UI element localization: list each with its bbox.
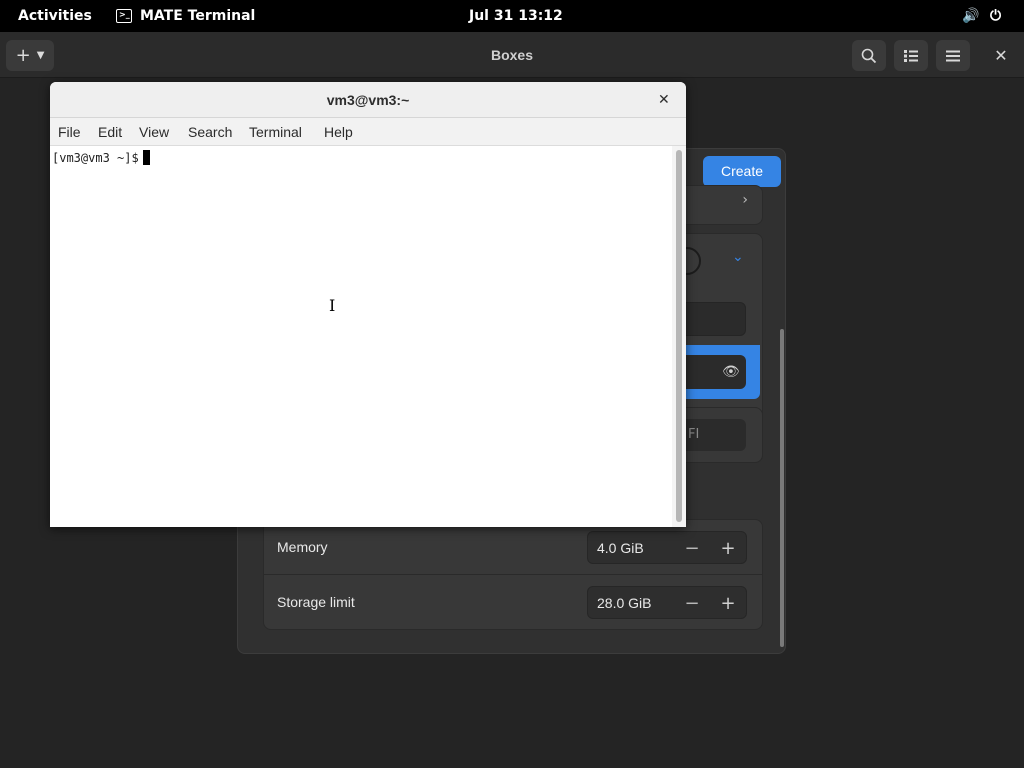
- firmware-value: FI: [688, 427, 700, 442]
- power-icon[interactable]: ⏻: [990, 0, 1001, 32]
- eye-icon[interactable]: 👁: [722, 364, 740, 380]
- dialog-scrollbar[interactable]: [780, 329, 784, 647]
- menu-search[interactable]: Search: [188, 118, 232, 146]
- close-icon[interactable]: ✕: [658, 82, 670, 118]
- terminal-icon: >_: [116, 9, 132, 23]
- menu-terminal[interactable]: Terminal: [249, 118, 302, 146]
- list-view-icon: [904, 49, 918, 62]
- terminal-scrollbar-thumb[interactable]: [676, 150, 682, 522]
- storage-row: Storage limit 28.0 GiB − +: [264, 575, 762, 630]
- increase-memory-button[interactable]: +: [716, 532, 740, 565]
- terminal-content[interactable]: [vm3@vm3 ~]$: [50, 146, 672, 527]
- terminal-title: vm3@vm3:~: [326, 92, 410, 108]
- volume-icon[interactable]: 🔊: [962, 0, 979, 32]
- text-field[interactable]: [678, 302, 746, 336]
- terminal-titlebar[interactable]: vm3@vm3:~ ✕: [50, 82, 686, 118]
- top-bar: Activities >_ MATE Terminal Jul 31 13:12…: [0, 0, 1024, 32]
- search-button[interactable]: [852, 40, 886, 71]
- menu-edit[interactable]: Edit: [98, 118, 122, 146]
- storage-label: Storage limit: [277, 594, 355, 610]
- decrease-storage-button[interactable]: −: [680, 587, 704, 620]
- menu-icon: [946, 50, 960, 61]
- clock[interactable]: Jul 31 13:12: [469, 0, 563, 32]
- prompt-line: [vm3@vm3 ~]$: [52, 150, 150, 165]
- memory-spinbutton[interactable]: 4.0 GiB − +: [587, 531, 747, 564]
- menu-view[interactable]: View: [139, 118, 169, 146]
- main-menu-button[interactable]: [936, 40, 970, 71]
- shell-prompt: [vm3@vm3 ~]$: [52, 151, 139, 165]
- decrease-memory-button[interactable]: −: [680, 532, 704, 565]
- text-cursor: [142, 150, 150, 165]
- storage-spinbutton[interactable]: 28.0 GiB − +: [587, 586, 747, 619]
- terminal-menubar: File Edit View Search Terminal Help: [50, 118, 686, 146]
- activities-button[interactable]: Activities: [18, 0, 92, 32]
- memory-value[interactable]: 4.0 GiB: [597, 532, 644, 565]
- chevron-down-icon[interactable]: ⌄: [732, 249, 744, 265]
- close-icon: ✕: [994, 46, 1008, 65]
- ibeam-cursor-icon: I: [329, 296, 336, 315]
- app-menu-button[interactable]: >_ MATE Terminal: [116, 0, 255, 32]
- storage-value[interactable]: 28.0 GiB: [597, 587, 651, 620]
- memory-label: Memory: [277, 539, 328, 555]
- chevron-right-icon: ›: [742, 192, 748, 208]
- create-button[interactable]: Create: [703, 156, 781, 187]
- menu-file[interactable]: File: [58, 118, 81, 146]
- increase-storage-button[interactable]: +: [716, 587, 740, 620]
- resources-card: Memory 4.0 GiB − + Storage limit 28.0 Gi…: [263, 519, 763, 630]
- boxes-header-bar: + ▼ Boxes ✕: [0, 32, 1024, 78]
- search-icon: [861, 48, 877, 63]
- terminal-window: vm3@vm3:~ ✕ File Edit View Search Termin…: [50, 82, 686, 527]
- menu-help[interactable]: Help: [324, 118, 353, 146]
- list-view-button[interactable]: [894, 40, 928, 71]
- close-window-button[interactable]: ✕: [984, 40, 1018, 71]
- memory-row: Memory 4.0 GiB − +: [264, 520, 762, 575]
- app-menu-label: MATE Terminal: [140, 8, 256, 24]
